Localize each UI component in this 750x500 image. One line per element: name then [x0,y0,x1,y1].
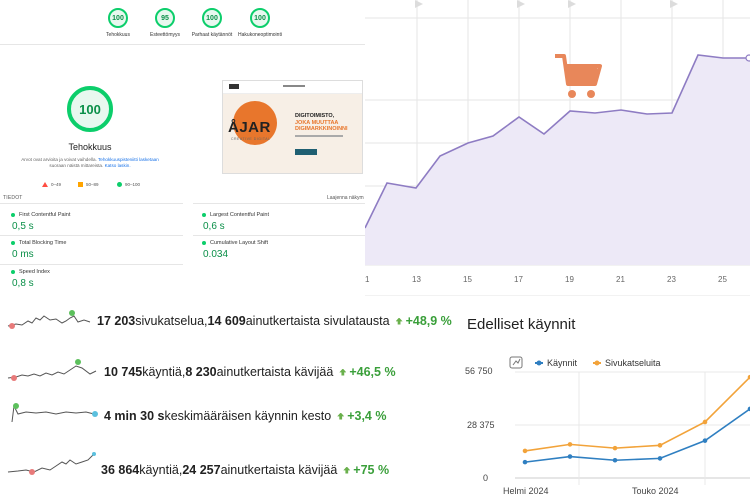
performance-score-gauge: 100 [67,86,113,132]
thumbnail-nav [283,85,305,87]
series-point[interactable] [657,443,663,448]
x-tick: Touko 2024 [632,486,679,496]
good-dot-icon [11,241,15,245]
metrics-divider [193,203,365,204]
metric-fcp: First Contentful Paint 0,5 s [11,212,71,232]
series-point[interactable] [702,419,708,425]
metrics-divider [0,264,183,265]
metrics-divider [193,235,365,236]
legend-visits[interactable]: Käynnit [547,358,578,368]
arrow-up-icon [339,368,347,376]
series-point[interactable] [702,438,708,443]
series-point[interactable] [612,457,618,463]
expand-view-toggle[interactable]: Laajenna näkym [327,195,364,201]
previous-visits-chart: Käynnit Sivukatseluita 56 750 28 375 0 H… [455,345,750,500]
chart-point[interactable] [745,54,750,62]
x-tick: 25 [718,275,727,284]
good-dot-icon [202,213,206,217]
good-dot-icon [202,241,206,245]
strip-divider [0,44,365,45]
metric-tbt: Total Blocking Time 0 ms [11,240,67,260]
thumbnail-logo [229,84,239,89]
arrow-up-icon [395,317,403,325]
circle-icon [117,182,122,187]
stat-returning-visits: 36 864 käyntiä, 24 257 ainutkertaista kä… [101,463,390,477]
category-gauge-best-practices[interactable]: 100 [202,8,222,28]
category-label-seo: Hakukoneoptimointi [238,32,282,38]
legend-good: 90–100 [117,182,140,187]
legend-average: 50–89 [78,182,99,187]
metrics-divider [0,235,183,236]
sparkline-duration [11,403,98,423]
thumbnail-brand-sub: CREATIVE DIGITAL [231,137,271,141]
square-icon [78,182,83,187]
category-gauge-accessibility[interactable]: 95 [155,8,175,28]
good-dot-icon [11,213,15,217]
performance-description: Arvot ovat arvioita ja voivat vaihdella.… [21,157,159,168]
series-point[interactable] [612,445,618,451]
good-dot-icon [11,270,15,274]
series-point[interactable] [522,459,528,465]
category-gauge-seo[interactable]: 100 [250,8,270,28]
sparkline-returning [7,452,96,475]
thumbnail-headline: DIGITOIMISTO, JOKA MUUTTAA DIGIMARKKINOI… [295,113,348,132]
triangle-icon [42,182,48,187]
stat-pageviews: 17 203 sivukatselua, 14 609 ainutkertais… [97,314,452,328]
x-tick: Helmi 2024 [503,486,549,496]
legend-bad: 0–49 [42,182,61,187]
arrow-up-icon [337,412,345,420]
thumbnail-cta [295,149,317,155]
thumbnail-brand: ÅJAR [228,119,271,136]
y-tick: 0 [483,473,488,483]
y-tick: 56 750 [465,366,493,376]
x-tick: 15 [463,275,472,284]
series-point[interactable] [522,448,528,454]
performance-title: Tehokkuus [68,142,112,152]
metric-speed-index: Speed Index 0,8 s [11,269,50,289]
sparkline-visits [7,359,97,381]
x-tick: 1 [365,275,370,284]
legend-pageviews[interactable]: Sivukatseluita [605,358,661,368]
calculator-link[interactable]: Katso laskin. [105,163,131,168]
thumbnail-text-line [295,135,343,137]
page-screenshot-thumbnail[interactable]: ÅJAR CREATIVE DIGITAL DIGITOIMISTO, JOKA… [222,80,363,174]
metrics-divider [0,203,183,204]
chart-flag-markers [415,0,678,8]
metrics-section-label: TIEDOT [3,195,23,201]
y-tick: 28 375 [467,420,495,430]
x-tick: 23 [667,275,676,284]
series-point[interactable] [567,454,573,459]
arrow-up-icon [343,466,351,474]
thumbnail-header [223,81,362,94]
score-calc-link[interactable]: Tehokkuuspisteniitti lasketaan [98,157,159,162]
traffic-line-chart: 1 13 15 17 19 21 23 25 [364,0,750,297]
x-tick: 17 [514,275,523,284]
shopping-cart-icon [555,54,602,98]
metric-cls: Cumulative Layout Shift 0.034 [202,240,269,260]
chart-area-fill [365,55,750,265]
x-axis-ticks: 1 13 15 17 19 21 23 25 [365,275,727,284]
series-point[interactable] [567,442,573,447]
traffic-chart-svg: 1 13 15 17 19 21 23 25 [364,0,750,297]
previous-visits-title: Edelliset käynnit [467,316,576,333]
sparkline-pageviews [7,310,91,329]
series-point[interactable] [657,456,663,461]
x-tick: 19 [565,275,574,284]
x-tick: 13 [412,275,421,284]
metric-lcp: Largest Contentful Paint 0,6 s [202,212,270,232]
stat-visits: 10 745 käyntiä, 8 230 ainutkertaista käv… [104,365,396,379]
x-tick: 21 [616,275,625,284]
category-gauge-performance[interactable]: 100 [108,8,128,28]
stat-duration: 4 min 30 s keskimääräisen käynnin kesto … [104,409,387,423]
